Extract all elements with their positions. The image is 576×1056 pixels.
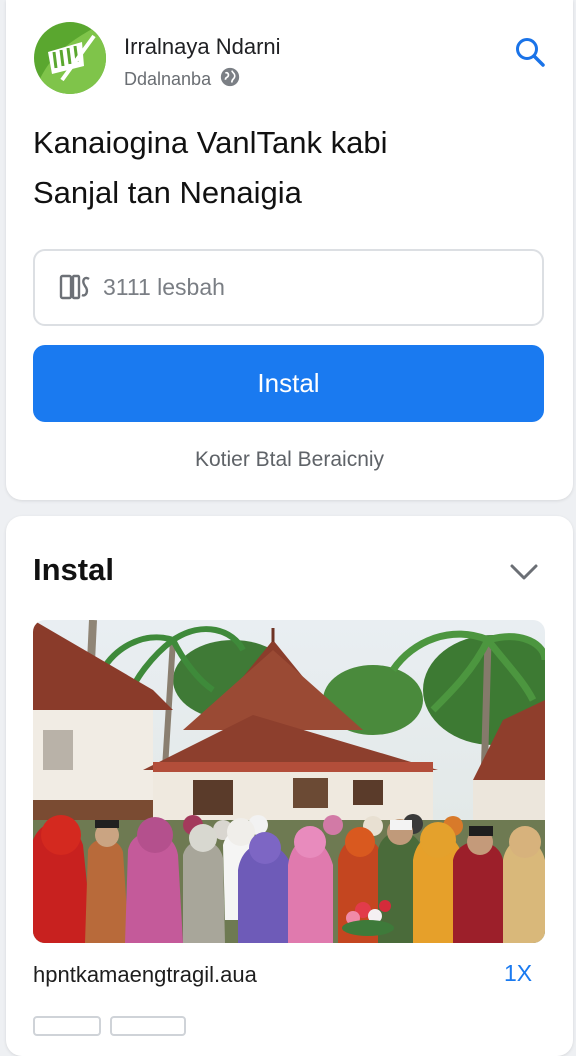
install-button[interactable]: Instal (33, 345, 544, 422)
next-item-stub-2 (110, 1016, 186, 1036)
village-photo (33, 620, 545, 943)
app-developer: Ddalnanba (124, 66, 241, 93)
search-button[interactable] (510, 32, 550, 72)
phone-field[interactable] (33, 249, 544, 326)
app-name: Irralnaya Ndarni (124, 34, 281, 59)
install-section-card: Instal hpntkamaengtragil.aua 1X (6, 516, 573, 1056)
next-item-stub-1 (33, 1016, 101, 1036)
chevron-down-icon[interactable] (506, 554, 542, 590)
headline-line-1: Kanaiogina VanlTank kabi (33, 125, 388, 160)
install-subnote: Kotier Btal Beraicniy (194, 448, 385, 471)
developer-label: Ddalnanba (124, 69, 212, 89)
globe-icon (219, 66, 241, 93)
app-info-card: Irralnaya Ndarni Ddalnanba Kanaiogina Va… (6, 0, 573, 500)
headline-line-2: Sanjal tan Nenaigia (33, 175, 302, 210)
photo-caption: hpntkamaengtragil.aua (33, 962, 257, 987)
install-button-label: Instal (257, 368, 320, 398)
photo-count-link[interactable]: 1X (504, 960, 532, 987)
phone-icon (59, 274, 90, 299)
search-icon (516, 38, 545, 67)
app-logo (34, 22, 106, 94)
headline: Kanaiogina VanlTank kabi Sanjal tan Nena… (33, 118, 553, 218)
section-title: Instal (33, 552, 114, 587)
phone-input[interactable] (103, 274, 483, 301)
